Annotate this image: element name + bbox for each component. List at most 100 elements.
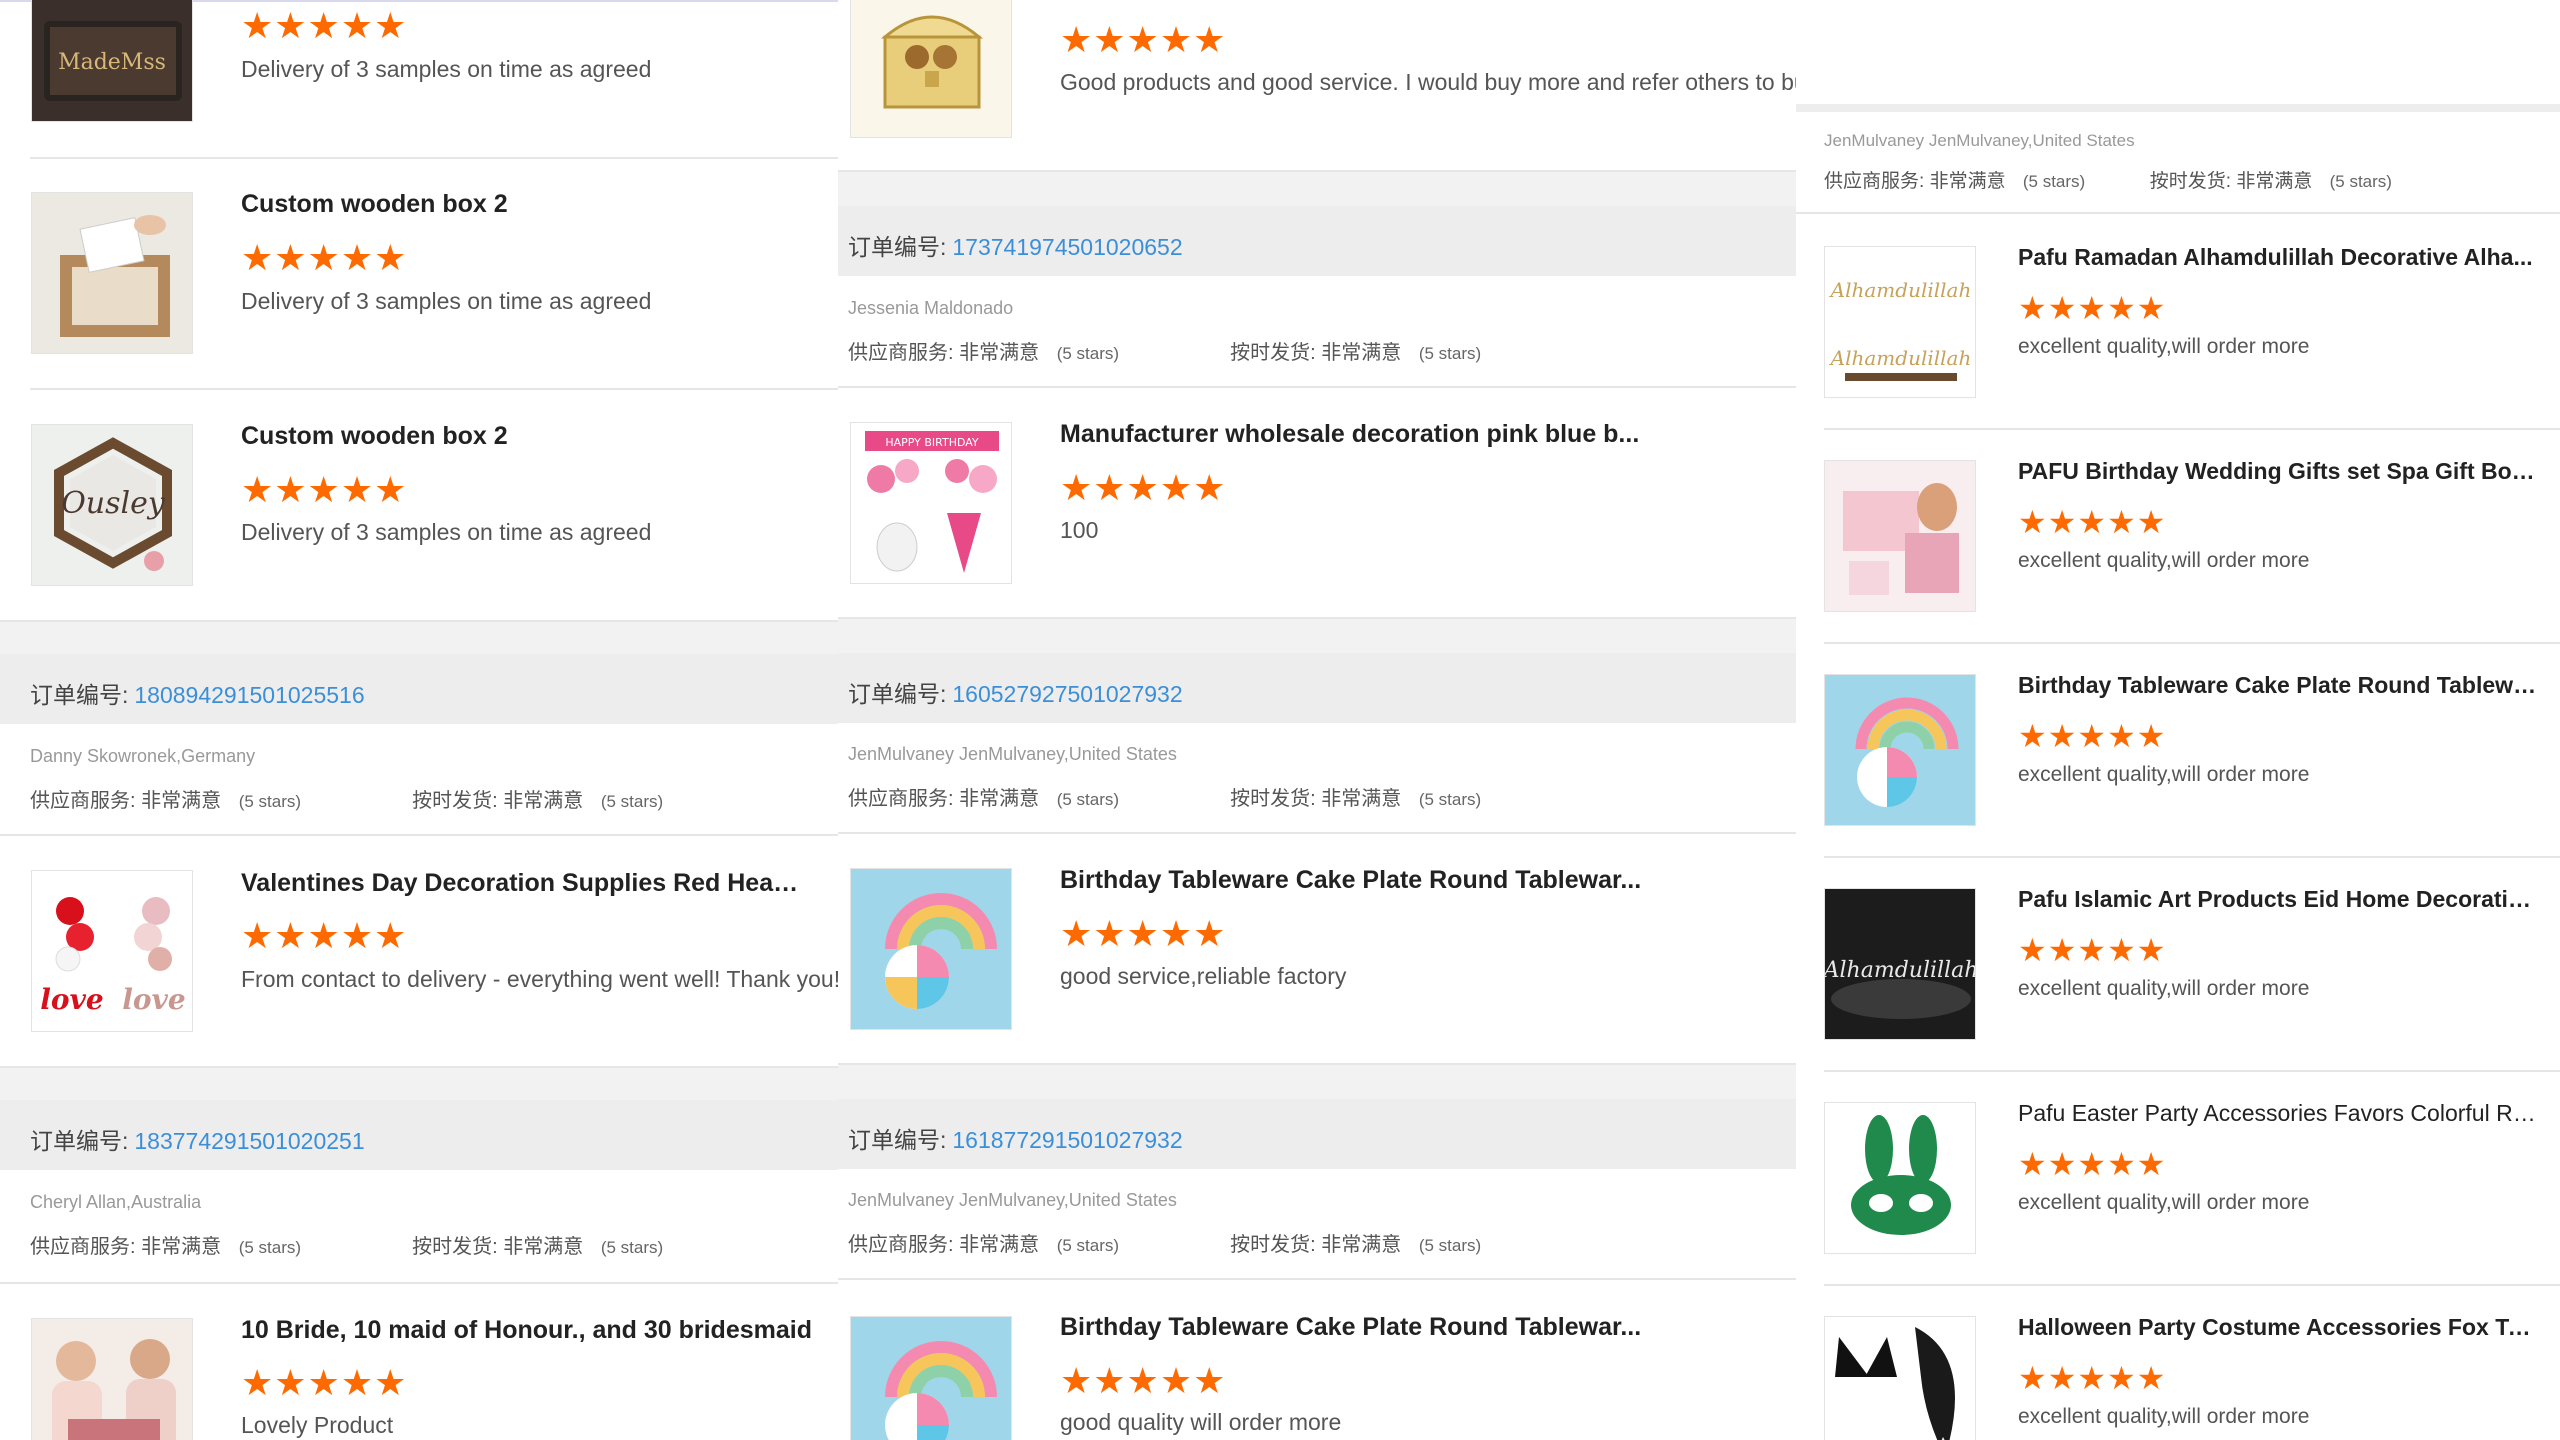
product-title[interactable]: PAFU Birthday Wedding Gifts set Spa Gift… — [2018, 458, 2538, 485]
section-gap — [838, 1065, 1796, 1099]
svg-text:Alhamdulillah: Alhamdulillah — [1825, 958, 1976, 983]
product-thumbnail[interactable]: Ousley — [31, 424, 193, 586]
svg-text:MadeMss: MadeMss — [58, 50, 166, 75]
order-header: 订单编号: 161877291501027932 — [838, 1099, 1796, 1169]
product-title[interactable]: Birthday Tableware Cake Plate Round Tabl… — [1060, 866, 1780, 895]
rating-summary: 供应商服务: 非常满意 (5 stars) 按时发货: 非常满意 (5 star… — [848, 788, 1482, 810]
product-title[interactable]: Custom wooden box 2 — [241, 190, 821, 219]
rating-stars: ★★★★★ — [2018, 1146, 2167, 1182]
product-thumbnail[interactable]: Alhamdulillah Alhamdulillah — [1824, 246, 1976, 398]
review-comment: From contact to delivery - everything we… — [241, 966, 838, 992]
order-number-link[interactable]: 161877291501027932 — [952, 1127, 1182, 1153]
product-title[interactable]: Pafu Ramadan Alhamdulillah Decorative Al… — [2018, 244, 2538, 271]
divider — [838, 386, 1796, 388]
product-thumbnail[interactable] — [850, 0, 1012, 138]
rating-summary: 供应商服务: 非常满意 (5 stars) 按时发货: 非常满意 (5 star… — [848, 1234, 1482, 1256]
order-header: 订单编号: 160527927501027932 — [838, 653, 1796, 723]
rabbit-mask-image — [1851, 1115, 1951, 1235]
reviewer-name: Danny Skowronek,Germany — [30, 746, 256, 766]
product-thumbnail[interactable] — [31, 192, 193, 354]
section-gap — [838, 172, 1796, 206]
wooden-box-image — [32, 193, 192, 353]
order-number-link[interactable]: 173741974501020652 — [952, 234, 1182, 260]
order-header: 订单编号: 180894291501025516 — [0, 654, 838, 724]
review-comment: Lovely Product — [241, 1412, 394, 1438]
review-comment: excellent quality,will order more — [2018, 1191, 2310, 1214]
svg-text:love: love — [40, 983, 103, 1016]
islamic-art-sign-image: Alhamdulillah — [1825, 889, 1976, 1039]
product-thumbnail[interactable] — [31, 1318, 193, 1440]
svg-text:love: love — [122, 983, 185, 1016]
valentine-balloons-image: love love — [40, 897, 186, 1016]
product-thumbnail[interactable] — [1824, 460, 1976, 612]
review-comment: good service,reliable factory — [1060, 963, 1347, 989]
order-label: 订单编号: — [30, 682, 129, 708]
review-comment: Delivery of 3 samples on time as agreed — [241, 288, 652, 314]
product-title[interactable]: Manufacturer wholesale decoration pink b… — [1060, 420, 1780, 449]
divider — [30, 388, 838, 390]
product-thumbnail[interactable]: MadeMss — [31, 0, 193, 122]
product-title[interactable]: Halloween Party Costume Accessories Fox … — [2018, 1314, 2538, 1341]
product-title[interactable]: Birthday Tableware Cake Plate Round Tabl… — [1060, 1313, 1780, 1342]
review-column-3: JenMulvaney JenMulvaney,United States 供应… — [1796, 0, 2560, 1440]
svg-text:Ousley: Ousley — [61, 486, 166, 521]
product-thumbnail[interactable] — [850, 1316, 1012, 1440]
review-column-2: ★★★★★ Good products and good service. I … — [838, 0, 1796, 1440]
rainbow-tableware-image — [885, 893, 997, 1009]
product-thumbnail[interactable] — [1824, 1316, 1976, 1440]
rating-stars: ★★★★★ — [1060, 1360, 1227, 1401]
divider — [1824, 642, 2560, 644]
product-thumbnail[interactable] — [1824, 674, 1976, 826]
order-label: 订单编号: — [30, 1128, 129, 1154]
order-number-link[interactable]: 180894291501025516 — [134, 682, 364, 708]
divider — [838, 1278, 1796, 1280]
order-label: 订单编号: — [848, 681, 947, 707]
review-comment: excellent quality,will order more — [2018, 763, 2310, 786]
rating-stars: ★★★★★ — [1060, 467, 1227, 508]
product-title[interactable]: Valentines Day Decoration Supplies Red H… — [241, 869, 801, 898]
product-title[interactable]: Birthday Tableware Cake Plate Round Tabl… — [2018, 672, 2538, 699]
divider — [1824, 428, 2560, 430]
divider — [0, 834, 838, 836]
order-number-link[interactable]: 160527927501027932 — [952, 681, 1182, 707]
rainbow-tableware-image — [1855, 697, 1959, 807]
section-gap — [0, 1068, 838, 1100]
ramadan-sign-image: Alhamdulillah Alhamdulillah — [1829, 278, 1972, 381]
rating-summary: 供应商服务: 非常满意 (5 stars) 按时发货: 非常满意 (5 star… — [848, 342, 1482, 364]
divider — [838, 832, 1796, 834]
rating-stars: ★★★★★ — [241, 469, 408, 510]
reviewer-name: Cheryl Allan,Australia — [30, 1192, 202, 1212]
reviewer-name: Jessenia Maldonado — [848, 298, 1014, 318]
rating-stars: ★★★★★ — [2018, 1360, 2167, 1396]
gold-treasure-box-image — [880, 15, 984, 109]
divider — [1824, 856, 2560, 858]
review-comment: Delivery of 3 samples on time as agreed — [241, 519, 652, 545]
order-number-link[interactable]: 183774291501020251 — [134, 1128, 364, 1154]
product-thumbnail[interactable]: HAPPY BIRTHDAY — [850, 422, 1012, 584]
product-title[interactable]: Pafu Easter Party Accessories Favors Col… — [2018, 1100, 2538, 1127]
svg-text:Alhamdulillah: Alhamdulillah — [1829, 278, 1972, 302]
divider — [1796, 104, 2560, 112]
review-comment: good quality will order more — [1060, 1409, 1342, 1435]
divider — [1824, 1284, 2560, 1286]
product-title[interactable]: Pafu Islamic Art Products Eid Home Decor… — [2018, 886, 2538, 913]
fox-tail-costume-image — [1835, 1327, 1955, 1440]
svg-text:Alhamdulillah: Alhamdulillah — [1829, 346, 1972, 370]
review-comment: 100 — [1060, 517, 1099, 543]
product-thumbnail[interactable] — [1824, 1102, 1976, 1254]
rating-stars: ★★★★★ — [241, 5, 408, 46]
spa-gift-box-image — [1843, 483, 1959, 595]
order-header: 订单编号: 173741974501020652 — [838, 206, 1796, 276]
product-thumbnail[interactable]: Alhamdulillah — [1824, 888, 1976, 1040]
product-title[interactable]: Custom wooden box 2 — [241, 422, 821, 451]
product-title[interactable]: 10 Bride, 10 maid of Honour., and 30 bri… — [241, 1316, 821, 1345]
reviewer-name: JenMulvaney JenMulvaney,United States — [1824, 131, 2135, 150]
product-thumbnail[interactable] — [850, 868, 1012, 1030]
bridal-party-image — [52, 1339, 176, 1440]
order-label: 订单编号: — [848, 1127, 947, 1153]
rating-stars: ★★★★★ — [241, 915, 408, 956]
reviewer-name: JenMulvaney JenMulvaney,United States — [848, 1190, 1177, 1210]
product-thumbnail[interactable]: love love — [31, 870, 193, 1032]
rating-stars: ★★★★★ — [2018, 932, 2167, 968]
hexagon-sign-image: Ousley — [32, 425, 192, 585]
